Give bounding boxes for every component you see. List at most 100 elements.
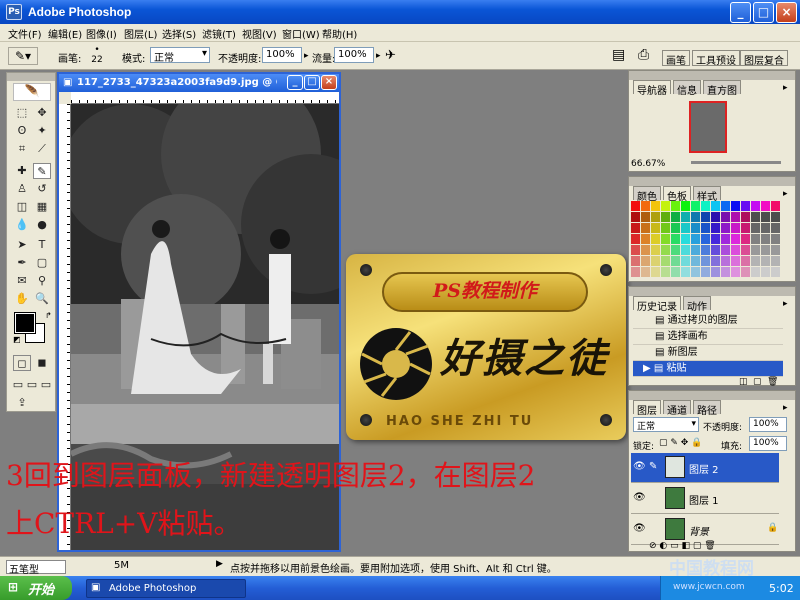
color-swatch[interactable] [721,212,730,222]
color-swatch[interactable] [641,245,650,255]
navigator-zoom[interactable]: 66.67% [631,159,665,169]
eye-icon[interactable]: 👁 [633,461,646,473]
gradient-tool-icon[interactable]: ▦ [33,199,51,215]
doc-minimize-button[interactable]: _ [287,75,303,90]
color-swatch[interactable] [751,256,760,266]
doc-close-button[interactable]: × [321,75,337,90]
color-swatch[interactable] [691,245,700,255]
color-swatch[interactable] [711,245,720,255]
color-swatch[interactable] [751,223,760,233]
hand-tool-icon[interactable]: ✋ [13,291,31,307]
color-swatch[interactable] [771,212,780,222]
history-brush-tool-icon[interactable]: ↺ [33,181,51,197]
color-swatch[interactable] [701,256,710,266]
color-swatch[interactable] [711,223,720,233]
print-icon[interactable]: ⎙ [638,47,649,63]
zoom-tool-icon[interactable]: 🔍 [33,291,51,307]
color-swatch[interactable] [711,256,720,266]
new-snapshot-icon[interactable]: ◫ [739,377,748,387]
color-swatch[interactable] [771,223,780,233]
color-swatch[interactable] [731,256,740,266]
quick-mask-mode-icon[interactable]: ◼ [33,355,51,371]
color-swatch[interactable] [771,267,780,277]
tab-info[interactable]: 信息 [673,80,701,97]
color-swatch[interactable] [731,245,740,255]
color-swatch[interactable] [641,234,650,244]
color-swatch[interactable] [651,256,660,266]
color-swatch[interactable] [671,223,680,233]
color-swatch[interactable] [731,201,740,211]
color-swatch[interactable] [761,267,770,277]
color-swatch[interactable] [651,201,660,211]
menu-filter[interactable]: 滤镜(T) [202,26,236,41]
color-swatch[interactable] [631,256,640,266]
color-swatch[interactable] [771,256,780,266]
color-swatch[interactable] [681,234,690,244]
eraser-tool-icon[interactable]: ◫ [13,199,31,215]
menu-window[interactable]: 窗口(W) [282,26,320,41]
color-swatch[interactable] [721,267,730,277]
color-swatch[interactable] [691,201,700,211]
color-swatch[interactable] [661,256,670,266]
layer-style-icon[interactable]: ⊘ ◐ ▭ ◧ ▢ 🗑 [649,541,716,551]
panel-menu-arrow-icon[interactable]: ▸ [783,403,788,413]
opacity-slider-arrow-icon[interactable]: ▸ [304,51,309,61]
layer-opacity-input[interactable]: 100% [749,417,787,432]
tab-navigator[interactable]: 导航器 [633,80,671,97]
color-swatch[interactable] [651,234,660,244]
color-swatch[interactable] [701,245,710,255]
color-swatch[interactable] [691,234,700,244]
color-swatch[interactable] [691,212,700,222]
brush-tool-icon[interactable]: ✎ [33,163,51,179]
flow-slider-arrow-icon[interactable]: ▸ [376,51,381,61]
color-swatch[interactable] [761,256,770,266]
move-tool-icon[interactable]: ✥ [33,105,51,121]
color-swatch[interactable] [741,234,750,244]
lasso-tool-icon[interactable]: ʘ [13,123,31,139]
color-swatch[interactable] [721,223,730,233]
airbrush-icon[interactable]: ✈ [385,48,396,63]
color-swatch[interactable] [651,212,660,222]
color-swatch[interactable] [761,223,770,233]
color-swatch[interactable] [671,267,680,277]
color-swatch[interactable] [671,212,680,222]
blend-mode-select[interactable]: 正常 ▾ [633,417,699,432]
path-selection-tool-icon[interactable]: ➤ [13,237,31,253]
menu-file[interactable]: 文件(F) [8,26,42,41]
start-button[interactable]: ⊞ 开始 [0,576,72,600]
color-swatch[interactable] [631,245,640,255]
notes-tool-icon[interactable]: ✉ [13,273,31,289]
color-swatch[interactable] [741,201,750,211]
swap-colors-icon[interactable]: ↱ [45,311,52,320]
standard-mode-icon[interactable]: ◻ [13,355,31,371]
menu-select[interactable]: 选择(S) [162,26,196,41]
panel-menu-arrow-icon[interactable]: ▸ [783,299,788,309]
status-arrow-icon[interactable]: ▶ [216,559,223,569]
tab-styles[interactable]: 样式 [693,186,721,203]
foreground-color-swatch[interactable] [14,312,36,334]
tab-brushes[interactable]: 画笔 [662,50,690,67]
marquee-tool-icon[interactable]: ⬚ [13,105,31,121]
color-swatch[interactable] [741,267,750,277]
history-item[interactable]: ▤ 新图层 [633,345,783,361]
crop-tool-icon[interactable]: ⌗ [13,141,31,157]
tab-color[interactable]: 颜色 [633,186,661,203]
color-swatch[interactable] [721,201,730,211]
history-item[interactable]: ▤ 通过拷贝的图层 [633,313,783,329]
color-swatch[interactable] [751,201,760,211]
tab-layers[interactable]: 图层 [633,400,661,417]
color-swatch[interactable] [741,245,750,255]
tab-layer-comps[interactable]: 图层复合 [740,50,788,67]
color-swatch[interactable] [681,212,690,222]
color-swatch[interactable] [681,267,690,277]
maximize-button[interactable]: □ [753,2,774,23]
eye-icon[interactable]: 👁 [633,523,646,535]
tab-channels[interactable]: 通道 [663,400,691,417]
color-swatch[interactable] [661,223,670,233]
color-swatch[interactable] [661,245,670,255]
color-swatch[interactable] [711,234,720,244]
history-item-selected[interactable]: ▶ ▤ 粘贴 [633,361,783,377]
tab-tool-presets[interactable]: 工具预设 [692,50,740,67]
color-swatch[interactable] [721,234,730,244]
color-swatch[interactable] [651,267,660,277]
